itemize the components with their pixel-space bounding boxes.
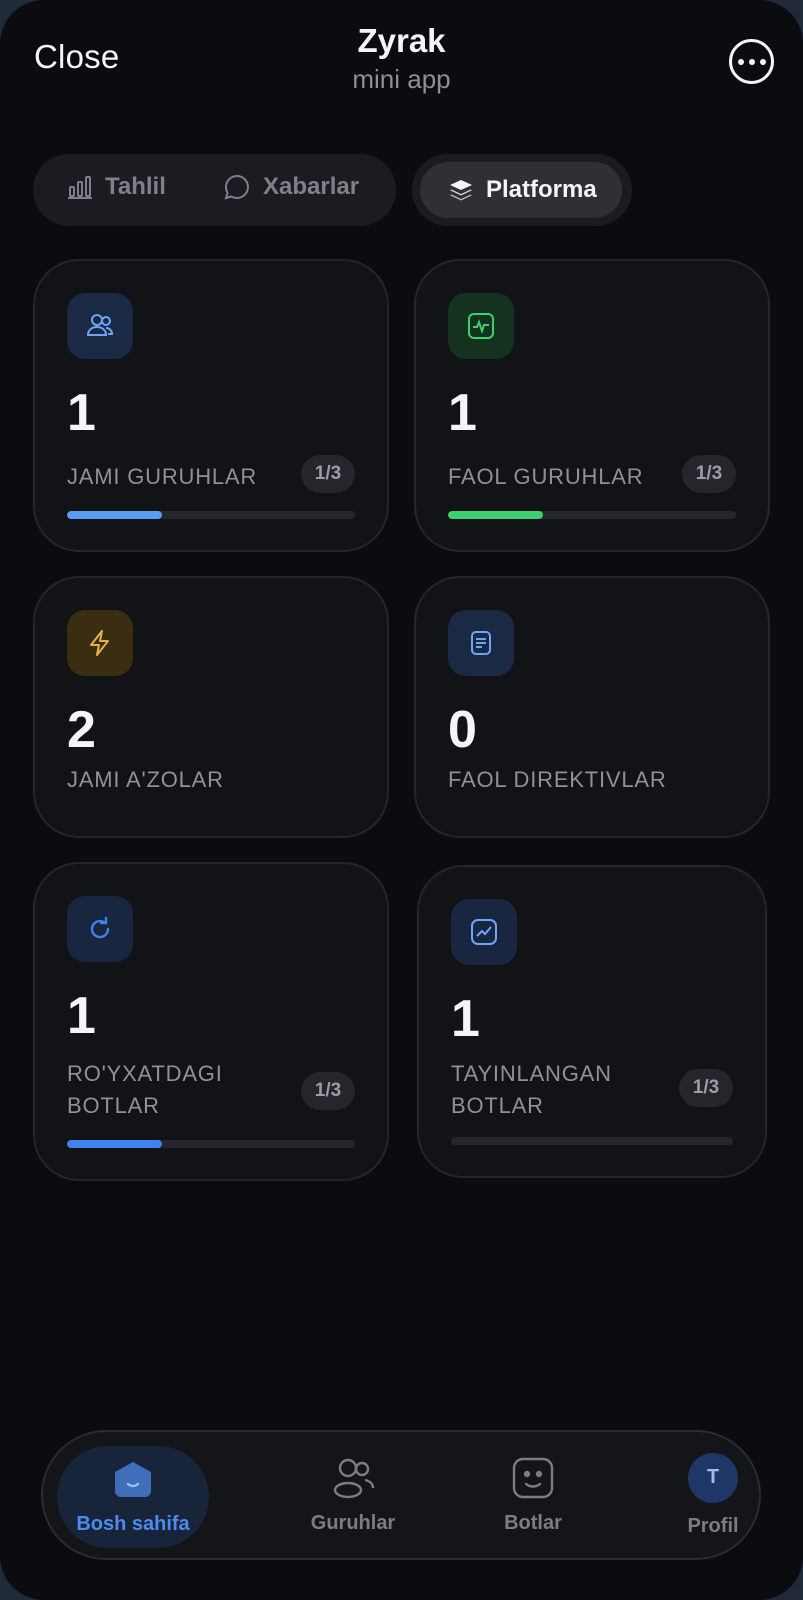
stat-card-faol-direktivlar[interactable]: 0 FAOL DIREKTIVLAR [414,576,770,838]
progress-fill [67,1140,163,1148]
more-options-button[interactable] [729,39,774,84]
refresh-icon [90,916,110,939]
ratio-badge: 1/3 [679,1069,733,1107]
nav-bosh-sahifa[interactable]: Bosh sahifa [57,1446,209,1548]
tab-label: Tahlil [105,173,166,200]
nav-guruhlar[interactable]: Guruhlar [273,1432,433,1558]
tab-tahlil[interactable]: Tahlil [67,173,166,201]
stat-label: FAOL GURUHLAR [448,464,644,489]
activity-icon [468,313,494,339]
tab-group: Tahlil Xabarlar [33,154,396,226]
document-icon [471,631,491,655]
stat-label: JAMI A'ZOLAR [67,767,224,792]
stat-label: RO'YXATDAGI BOTLAR [67,1061,223,1118]
users-icon [333,1458,375,1498]
trend-chart-icon [471,919,497,945]
stat-value: 1 [448,384,477,442]
stat-value: 0 [448,701,477,759]
tab-label: Platforma [486,176,597,203]
bot-face-icon [512,1457,554,1498]
stat-card-faol-guruhlar[interactable]: 1 FAOL GURUHLAR 1/3 [414,259,770,552]
users-icon [86,314,114,336]
more-horizontal-icon [737,58,744,65]
stat-card-jami-guruhlar[interactable]: 1 JAMI GURUHLAR 1/3 [33,259,389,552]
stat-value: 1 [67,384,96,442]
zap-icon [90,630,109,656]
stat-label: JAMI GURUHLAR [67,464,258,489]
stat-card-tayinlangan-botlar[interactable]: 1 TAYINLANGAN BOTLAR 1/3 [417,865,767,1178]
tab-group-platforma: Platforma [412,154,632,226]
stat-card-jami-azolar[interactable]: 2 JAMI A'ZOLAR [33,576,389,838]
tab-xabarlar[interactable]: Xabarlar [223,173,359,201]
progress-bar [451,1137,733,1145]
message-circle-icon [224,174,249,200]
bar-chart-icon [68,176,92,199]
nav-botlar[interactable]: Botlar [453,1432,613,1558]
tab-platforma[interactable]: Platforma [420,162,622,218]
nav-label: Profil [687,1514,739,1537]
ratio-badge: 1/3 [682,455,736,493]
progress-fill [448,511,544,519]
ratio-badge: 1/3 [301,455,355,493]
progress-bar [67,511,355,519]
app-screen: Close Zyrak mini app Tahlil Xabarlar Pla… [0,0,803,1600]
nav-label: Bosh sahifa [76,1512,190,1535]
stat-value: 1 [67,987,96,1045]
progress-bar [448,511,736,519]
stat-label: TAYINLANGAN BOTLAR [451,1061,612,1118]
ratio-badge: 1/3 [301,1072,355,1110]
stat-value: 1 [451,990,480,1048]
progress-fill [67,511,163,519]
layers-icon [450,180,472,201]
bottom-nav: Bosh sahifa Guruhlar Botlar T Profil [41,1430,761,1560]
app-title: Zyrak [357,22,446,59]
progress-bar [67,1140,355,1148]
nav-profil[interactable]: T Profil [633,1432,793,1558]
nav-label: Botlar [504,1511,562,1534]
home-icon [115,1461,151,1497]
app-subtitle: mini app [352,64,451,94]
nav-label: Guruhlar [310,1511,396,1534]
tab-label: Xabarlar [263,173,360,200]
stat-value: 2 [67,701,96,759]
stat-card-royxatdagi-botlar[interactable]: 1 RO'YXATDAGI BOTLAR 1/3 [33,862,389,1181]
avatar: T [688,1452,738,1503]
stat-label: FAOL DIREKTIVLAR [448,767,667,792]
